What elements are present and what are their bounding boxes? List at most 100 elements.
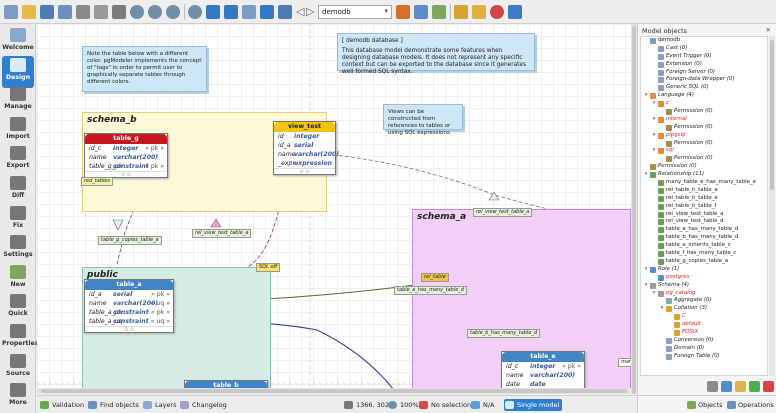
tree-item[interactable]: ▾ pg_catalog — [641, 290, 767, 298]
operations-tab[interactable]: Operations — [726, 399, 776, 411]
tree-item[interactable]: ▾ sql — [641, 147, 767, 155]
changelog-button[interactable]: Changelog — [179, 399, 230, 411]
table-column[interactable]: table_g_pk constraint « pk » — [85, 162, 167, 171]
tree-item[interactable]: Permission (0) — [641, 108, 767, 116]
tree-item[interactable]: Permission (0) — [641, 155, 767, 163]
table-column[interactable]: name varchar(200) « uq » — [85, 299, 173, 308]
sidebar-item-diff[interactable]: Diff — [2, 174, 34, 206]
open-icon[interactable] — [22, 5, 36, 19]
add-icon[interactable] — [749, 381, 760, 392]
expand-icon[interactable] — [721, 381, 732, 392]
table-column[interactable]: name varchar(200) — [85, 153, 167, 162]
print-icon[interactable] — [76, 5, 90, 19]
chevron-down-icon[interactable]: ▾ — [651, 116, 657, 124]
chevron-down-icon[interactable]: ▾ — [643, 282, 649, 290]
objects-tab[interactable]: Objects — [686, 399, 726, 411]
chevron-down-icon[interactable]: ▾ — [643, 92, 649, 100]
sidebar-item-new[interactable]: New — [2, 263, 34, 295]
note-views[interactable]: Views can be constructed from references… — [383, 104, 463, 136]
new-model-icon[interactable] — [4, 5, 18, 19]
tree-item[interactable]: rel_table_h_table_e — [641, 195, 767, 203]
tree-item[interactable]: Foreign-data Wrapper (0) — [641, 76, 767, 84]
tree-item[interactable]: Domain (0) — [641, 345, 767, 353]
zoom-fit-icon[interactable] — [188, 5, 202, 19]
tree-item[interactable]: Permission (0) — [641, 163, 767, 171]
tree-item[interactable]: Permission (0) — [641, 124, 767, 132]
chevron-down-icon[interactable]: ▾ — [651, 100, 657, 108]
chevron-down-icon[interactable]: ▾ — [651, 147, 657, 155]
chevron-down-icon[interactable]: ▾ — [651, 290, 657, 298]
find-objects-button[interactable]: Find objects — [87, 399, 142, 411]
tree-item[interactable]: default — [641, 321, 767, 329]
tree-item[interactable]: Generic SQL (0) — [641, 84, 767, 92]
table-column[interactable]: id_a serial — [274, 141, 335, 150]
sidebar-item-source[interactable]: Source — [2, 352, 34, 384]
sidebar-item-more[interactable]: More — [2, 381, 34, 413]
tree-item[interactable]: Permission (0) — [641, 140, 767, 148]
tree-item[interactable]: rel_table_h_table_f — [641, 203, 767, 211]
save-as-icon[interactable] — [58, 5, 72, 19]
tree-item[interactable]: demodb — [641, 37, 767, 45]
tree-item[interactable]: ▾ c — [641, 100, 767, 108]
tree-item[interactable]: table_a_has_many_table_d — [641, 226, 767, 234]
table-column[interactable]: id_c integer « pk » — [85, 144, 167, 153]
tree-item[interactable]: POSIX — [641, 329, 767, 337]
tree-item[interactable]: table_g_copies_table_a — [641, 258, 767, 266]
sidebar-item-welcome[interactable]: Welcome — [2, 26, 34, 58]
fix-icon[interactable] — [432, 5, 446, 19]
sidebar-item-design[interactable]: Design — [2, 55, 34, 88]
chevron-down-icon[interactable]: ▾ — [643, 266, 649, 274]
export-icon[interactable] — [414, 5, 428, 19]
table-column[interactable]: _expr expression — [274, 159, 335, 168]
tree-item[interactable]: ▾ Schema (4) — [641, 282, 767, 290]
sidebar-item-properties[interactable]: Properties — [2, 322, 38, 354]
sidebar-item-quick[interactable]: Quick — [2, 292, 34, 324]
tree-item[interactable]: Extension (0) — [641, 61, 767, 69]
object-tree[interactable]: demodb Cast (0) Event Trigger (0) Extension… — [640, 36, 768, 376]
tree-item[interactable]: C — [641, 313, 767, 321]
help-icon[interactable] — [490, 5, 504, 19]
zoom-normal-icon[interactable] — [166, 5, 180, 19]
tree-item[interactable]: Foreign Table (0) — [641, 353, 767, 361]
table-column[interactable]: name varchar(200) — [274, 150, 339, 159]
table-a[interactable]: table_a id_a serial « pk » name varchar(200)… — [84, 279, 174, 333]
zoom-out-icon[interactable] — [148, 5, 162, 19]
view-test[interactable]: view_test id integer id_a serial name varchar… — [273, 121, 339, 175]
tree-item[interactable]: table_f_has_many_table_c — [641, 250, 767, 258]
layers-button[interactable]: Layers — [142, 399, 180, 411]
single-model-button[interactable]: Single model — [504, 399, 563, 411]
grid-icon[interactable] — [206, 5, 220, 19]
about-icon[interactable] — [508, 5, 522, 19]
tree-item[interactable]: table_b_has_many_table_d — [641, 234, 767, 242]
sidebar-item-fix[interactable]: Fix — [2, 204, 34, 236]
table-column[interactable]: name varchar(200) — [502, 371, 584, 380]
tree-item[interactable]: ▾ Relationship (11) — [641, 171, 767, 179]
sidebar-item-import[interactable]: Import — [2, 115, 34, 147]
table-g[interactable]: table_g id_c integer « pk » name varchar(200… — [84, 133, 168, 178]
tree-item[interactable]: ▾ plpgsql — [641, 132, 767, 140]
tree-item[interactable]: ▾ internal — [641, 116, 767, 124]
import-icon[interactable] — [396, 5, 410, 19]
remove-icon[interactable] — [763, 381, 774, 392]
tree-item[interactable]: Aggregate (0) — [641, 297, 767, 305]
undo-icon[interactable] — [112, 5, 126, 19]
note-table-tags[interactable]: Note the table below with a different co… — [82, 46, 207, 92]
tree-scrollbar[interactable] — [769, 36, 775, 376]
tree-item[interactable]: ▾ Collation (3) — [641, 305, 767, 313]
close-icon[interactable]: ✕ — [766, 26, 771, 34]
table-column[interactable]: id_a serial « pk » — [85, 290, 173, 299]
print-preview-icon[interactable] — [94, 5, 108, 19]
arrange-icon[interactable] — [278, 5, 292, 19]
chevron-down-icon[interactable]: ▾ — [643, 171, 649, 179]
tree-item[interactable]: many_table_e_has_many_table_e — [641, 179, 767, 187]
tree-item[interactable]: rel_table_h_table_a — [641, 187, 767, 195]
table-column[interactable]: id_c integer « pk » — [502, 362, 584, 371]
tree-item[interactable]: Foreign Server (0) — [641, 69, 767, 77]
save-icon[interactable] — [40, 5, 54, 19]
canvas-horizontal-scrollbar[interactable] — [37, 388, 631, 394]
tree-item[interactable]: ▾ Role (1) — [641, 266, 767, 274]
tree-item[interactable]: table_e_inherits_table_c — [641, 242, 767, 250]
sidebar-item-settings[interactable]: Settings — [2, 233, 34, 265]
tree-item[interactable]: Conversion (0) — [641, 337, 767, 345]
tree-item[interactable]: postgres — [641, 274, 767, 282]
